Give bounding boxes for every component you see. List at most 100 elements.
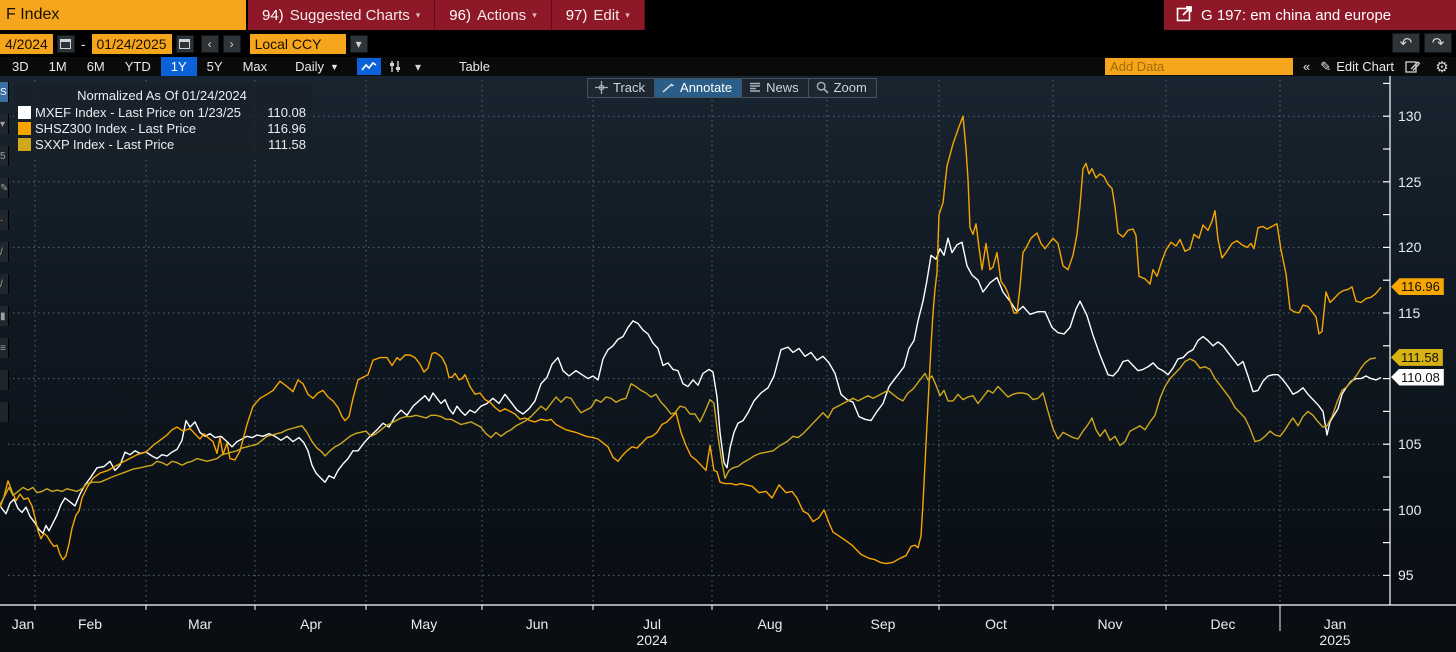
- chart-toolbar: 3D1M6MYTD1Y5YMax Daily ▼ ▾ Table Add Dat…: [0, 57, 1456, 76]
- annotate-pencil-icon: [662, 82, 675, 93]
- track-crosshair-icon: [595, 81, 608, 94]
- calendar-icon[interactable]: [57, 35, 75, 53]
- chart-title-panel: G 197: em china and europe: [1164, 0, 1456, 30]
- toolbar-fragment-icon[interactable]: ▮: [0, 306, 9, 326]
- add-data-input[interactable]: Add Data: [1105, 58, 1293, 75]
- period-dropdown[interactable]: Daily ▼: [287, 59, 347, 74]
- chart-type-caret-icon[interactable]: ▾: [409, 58, 427, 75]
- edit-chart-button[interactable]: ✎ Edit Chart: [1320, 59, 1394, 75]
- legend-row: SXXP Index - Last Price 111.58: [18, 136, 306, 152]
- chart-edit-icon[interactable]: [1400, 58, 1424, 75]
- range-tab-3d[interactable]: 3D: [2, 57, 39, 76]
- date-range-dash: -: [79, 36, 88, 52]
- chart-area: S ▾ 5 ✎ · / / ▮ ≡ Normalized As Of 01/24/2024 MX…: [0, 76, 1456, 652]
- range-tabs: 3D1M6MYTD1Y5YMax: [2, 57, 277, 76]
- collapse-panel-button[interactable]: «: [1299, 59, 1314, 74]
- sort-settings-icon[interactable]: [383, 58, 407, 75]
- news-button[interactable]: News: [741, 78, 809, 98]
- series-swatch: [18, 122, 31, 135]
- top-menu-bar: F Index 94)Suggested Charts▾96)Actions▾9…: [0, 0, 1456, 30]
- x-axis-month-label: Jun: [526, 616, 549, 632]
- date-range-bar: 4/2024 - 01/24/2025 ‹ › Local CCY ▾ ↶ ↷: [0, 30, 1456, 57]
- currency-caret-icon[interactable]: ▾: [350, 35, 368, 53]
- x-axis-month-label: Aug: [758, 616, 783, 632]
- currency-select[interactable]: Local CCY: [250, 34, 346, 54]
- x-axis-month-label: Apr: [300, 616, 322, 632]
- range-tab-1y[interactable]: 1Y: [161, 57, 197, 76]
- annotate-button[interactable]: Annotate: [654, 78, 742, 98]
- toolbar-fragment-icon[interactable]: /: [0, 242, 9, 262]
- x-axis-month-label: May: [411, 616, 437, 632]
- y-axis-label: 95: [1398, 567, 1414, 583]
- prev-period-button[interactable]: ‹: [201, 35, 219, 53]
- y-axis-label: 105: [1398, 436, 1421, 452]
- chart-title: G 197: em china and europe: [1201, 7, 1391, 24]
- menu-group: 94)Suggested Charts▾96)Actions▾97)Edit▾: [248, 0, 645, 30]
- x-axis-month-label: Jan: [1324, 616, 1347, 632]
- chart-legend: Normalized As Of 01/24/2024 MXEF Index -…: [14, 85, 312, 157]
- date-from-input[interactable]: 4/2024: [0, 34, 53, 54]
- last-price-badge: 111.58: [1391, 349, 1443, 366]
- x-axis-month-label: Oct: [985, 616, 1007, 632]
- toolbar-fragment-icon[interactable]: S: [0, 82, 9, 102]
- range-tab-6m[interactable]: 6M: [77, 57, 115, 76]
- x-axis-month-label: Jul: [643, 616, 661, 632]
- menu-item-actions[interactable]: 96)Actions▾: [435, 0, 551, 30]
- toolbar-fragment-icon[interactable]: [0, 402, 9, 422]
- last-price-badge: 110.08: [1391, 369, 1444, 386]
- chevron-down-icon: ▾: [625, 10, 630, 21]
- toolbar-fragment-icon[interactable]: ≡: [0, 338, 9, 358]
- range-tab-5y[interactable]: 5Y: [197, 57, 233, 76]
- chart-tools: TrackAnnotateNewsZoom: [588, 78, 877, 98]
- line-chart-type-button[interactable]: [357, 58, 381, 75]
- last-price-badge: 116.96: [1391, 278, 1444, 295]
- range-tab-max[interactable]: Max: [233, 57, 278, 76]
- x-axis-month-label: Feb: [78, 616, 102, 632]
- price-chart-plot[interactable]: [0, 76, 1456, 652]
- range-tab-1m[interactable]: 1M: [39, 57, 77, 76]
- date-to-input[interactable]: 01/24/2025: [92, 34, 172, 54]
- x-axis-month-label: Mar: [188, 616, 212, 632]
- pencil-icon: ✎: [1320, 59, 1331, 75]
- legend-title: Normalized As Of 01/24/2024: [18, 88, 306, 104]
- next-period-button[interactable]: ›: [223, 35, 241, 53]
- undo-button[interactable]: ↶: [1392, 33, 1420, 53]
- legend-row: MXEF Index - Last Price on 1/23/25 110.0…: [18, 104, 306, 120]
- toolbar-fragment-icon[interactable]: /: [0, 274, 9, 294]
- news-lines-icon: [749, 82, 761, 93]
- y-axis-label: 125: [1398, 174, 1421, 190]
- series-swatch: [18, 106, 31, 119]
- track-button[interactable]: Track: [587, 78, 655, 98]
- x-axis-month-label: Dec: [1211, 616, 1236, 632]
- chevron-down-icon: ▼: [330, 62, 339, 72]
- range-tab-ytd[interactable]: YTD: [115, 57, 161, 76]
- gear-icon[interactable]: ⚙: [1430, 58, 1454, 75]
- legend-row: SHSZ300 Index - Last Price 116.96: [18, 120, 306, 136]
- toolbar-fragment-icon[interactable]: ✎: [0, 178, 9, 198]
- chevron-down-icon: ▾: [532, 10, 537, 21]
- toolbar-fragment-icon[interactable]: 5: [0, 146, 9, 166]
- toolbar-fragment-icon[interactable]: ·: [0, 210, 9, 230]
- redo-button[interactable]: ↷: [1424, 33, 1452, 53]
- menu-item-suggested-charts[interactable]: 94)Suggested Charts▾: [248, 0, 435, 30]
- y-axis-label: 120: [1398, 239, 1421, 255]
- y-axis-label: 100: [1398, 502, 1421, 518]
- zoom-button[interactable]: Zoom: [808, 78, 877, 98]
- y-axis-label: 115: [1398, 305, 1420, 321]
- zoom-magnifier-icon: [816, 81, 829, 94]
- annotation-toolbar-strip[interactable]: S ▾ 5 ✎ · / / ▮ ≡: [0, 82, 9, 422]
- toolbar-fragment-icon[interactable]: [0, 370, 9, 390]
- menu-item-edit[interactable]: 97)Edit▾: [552, 0, 645, 30]
- x-axis-year-label: 2025: [1319, 632, 1350, 648]
- y-axis-label: 130: [1398, 108, 1421, 124]
- x-axis-month-label: Sep: [871, 616, 896, 632]
- export-icon[interactable]: [1176, 5, 1193, 26]
- table-button[interactable]: Table: [449, 57, 500, 76]
- x-axis-month-label: Jan: [12, 616, 35, 632]
- x-axis-month-label: Nov: [1098, 616, 1123, 632]
- calendar-icon[interactable]: [176, 35, 194, 53]
- chevron-down-icon: ▾: [416, 10, 421, 21]
- security-input[interactable]: F Index: [0, 0, 248, 30]
- toolbar-fragment-icon[interactable]: ▾: [0, 114, 9, 134]
- x-axis-year-label: 2024: [636, 632, 667, 648]
